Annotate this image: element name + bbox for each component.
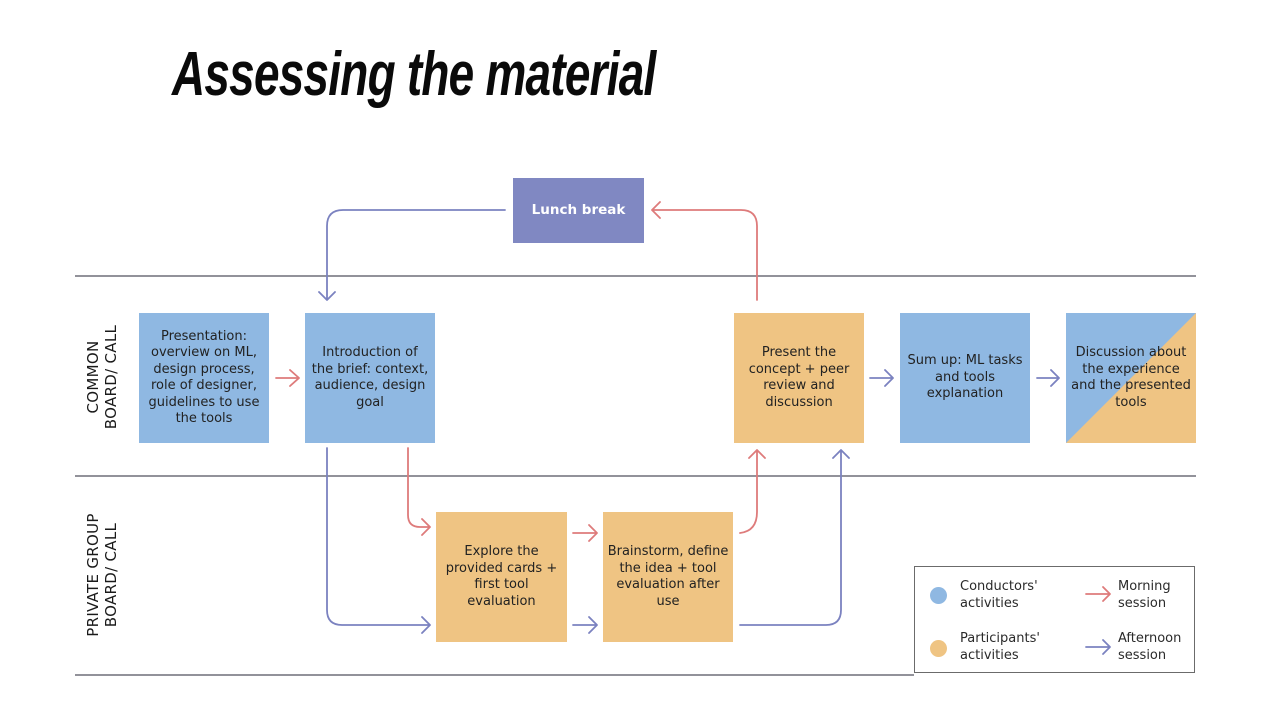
legend-morning-label: Morning session — [1118, 579, 1171, 611]
arrow-lunch-to-intro — [318, 209, 506, 301]
sum-up-label: Sum up: ML tasks and tools explanation — [907, 353, 1023, 402]
explore-label: Explore the provided cards + first tool … — [445, 544, 558, 609]
afternoon-arrow-icon — [1085, 639, 1111, 655]
arrow-presentation-to-intro — [275, 369, 300, 387]
arrow-explore-to-brainstorm — [572, 524, 598, 542]
legend-participants-label: Participants' activities — [960, 631, 1040, 663]
arrow-sumup-to-discussion — [1036, 369, 1060, 387]
arrow-explore-to-brainstorm-afternoon — [572, 616, 598, 634]
discussion-label: Discussion about the experience and the … — [1071, 345, 1191, 410]
presentation-label: Presentation: overview on ML, design pro… — [148, 328, 260, 427]
introduction-label: Introduction of the brief: context, audi… — [311, 345, 429, 410]
arrow-brainstorm-to-present — [739, 449, 766, 534]
lunch-break-label: Lunch break — [531, 202, 626, 219]
legend-afternoon-label: Afternoon session — [1118, 631, 1182, 663]
arrow-present-to-sumup — [869, 369, 894, 387]
lane-label-private: PRIVATE GROUP BOARD/ CALL — [84, 513, 120, 637]
arrow-intro-to-explore — [407, 447, 431, 536]
brainstorm-label: Brainstorm, define the idea + tool evalu… — [607, 544, 729, 609]
legend-conductors-label: Conductors' activities — [960, 579, 1038, 611]
lane-label-common: COMMON BOARD/ CALL — [84, 324, 120, 430]
legend: Conductors' activities Participants' act… — [914, 566, 1195, 673]
morning-arrow-icon — [1085, 586, 1111, 602]
arrow-present-to-lunch — [651, 201, 758, 301]
participant-color-swatch — [930, 640, 947, 657]
conductor-color-swatch — [930, 587, 947, 604]
present-concept-label: Present the concept + peer review and di… — [748, 345, 850, 410]
